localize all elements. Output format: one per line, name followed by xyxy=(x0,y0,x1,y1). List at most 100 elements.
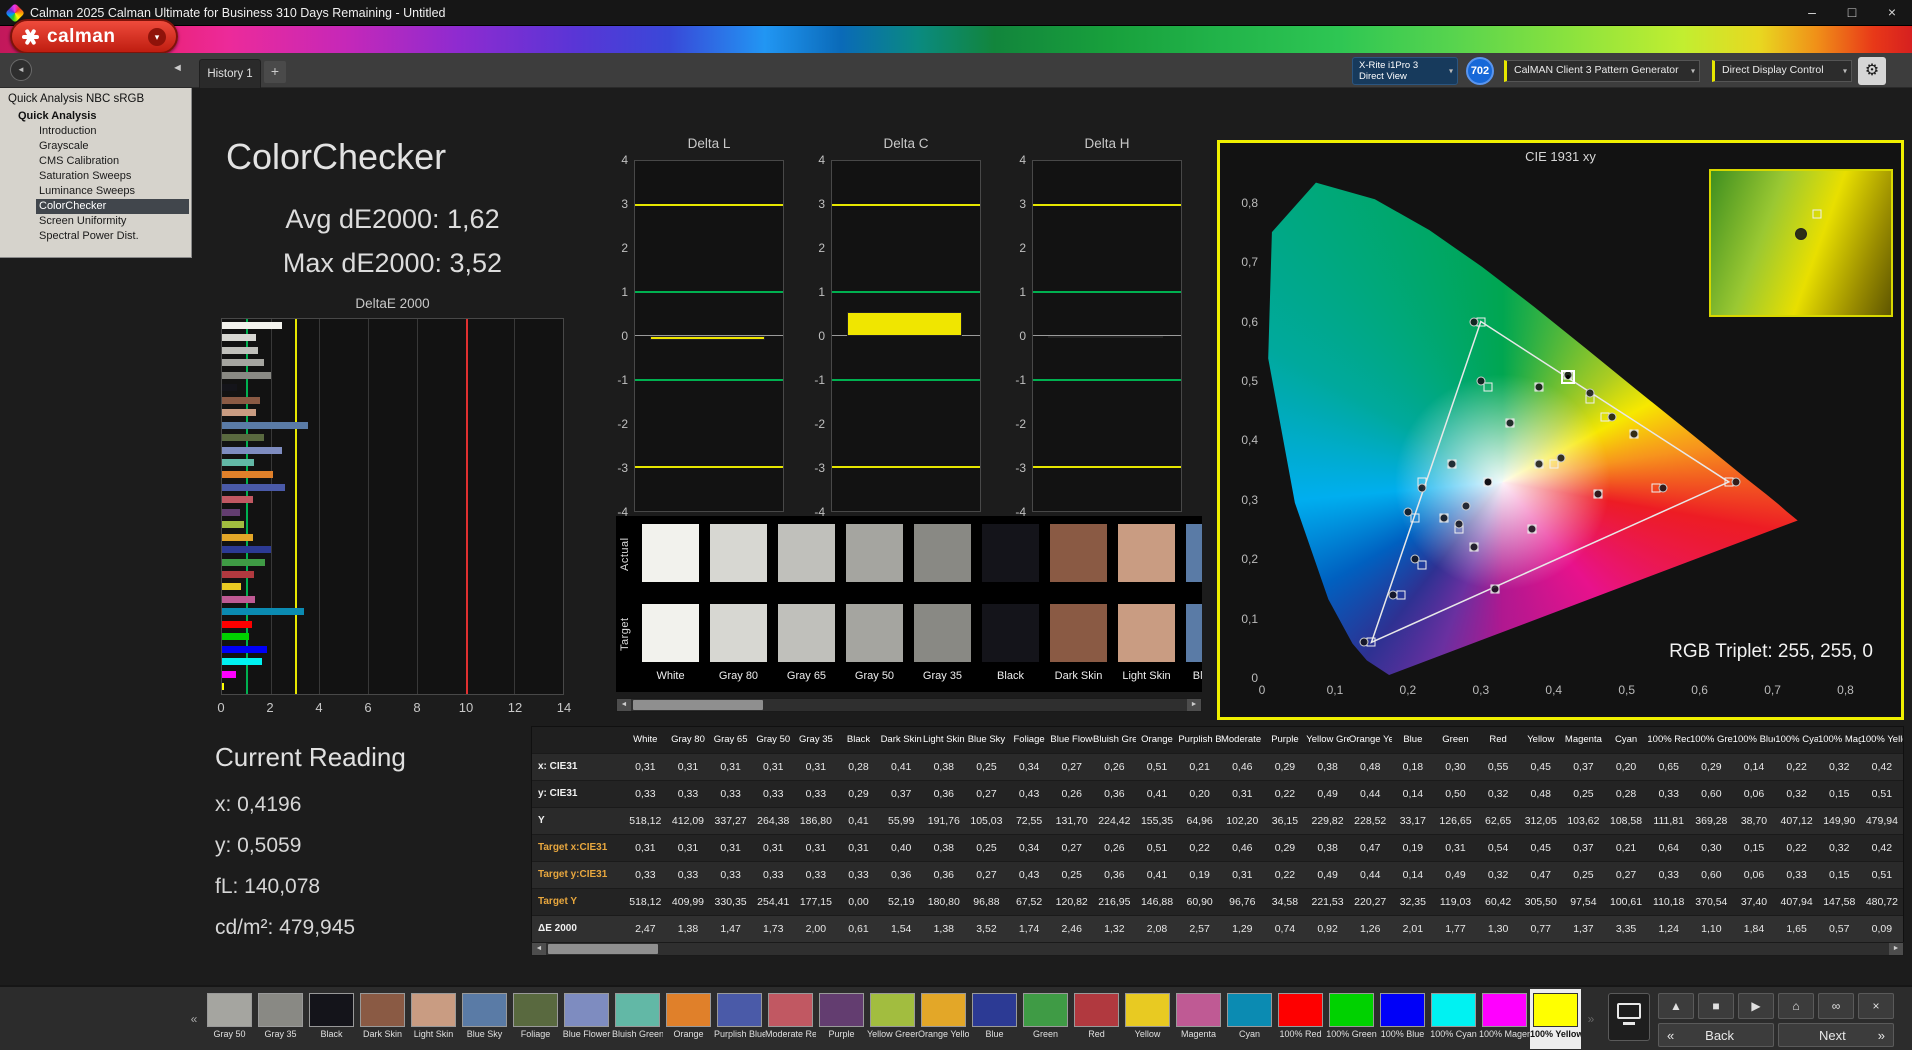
scrollbar-thumb[interactable] xyxy=(633,700,763,710)
swatch-color xyxy=(1533,993,1578,1027)
value-cell: 0,06 xyxy=(1733,862,1776,888)
y-tick-label: -3 xyxy=(795,461,825,475)
pattern-swatch-orange[interactable]: Orange xyxy=(663,989,714,1049)
value-cell: 0,27 xyxy=(1050,754,1093,780)
meter-dropdown[interactable]: X-Rite i1Pro 3 Direct View ▾ xyxy=(1352,57,1458,85)
pattern-swatch-purplish-blue[interactable]: Purplish Blue xyxy=(714,989,765,1049)
row-label: Target Y xyxy=(532,889,624,915)
value-cell: 38,70 xyxy=(1733,808,1776,834)
pattern-swatch-green[interactable]: Green xyxy=(1020,989,1071,1049)
minimize-button[interactable]: – xyxy=(1792,0,1832,26)
continuous-button[interactable]: ∞ xyxy=(1818,993,1854,1019)
actual-swatch-gray-65 xyxy=(778,524,835,582)
pattern-swatch-gray-50[interactable]: Gray 50 xyxy=(204,989,255,1049)
gridline xyxy=(514,319,515,694)
pattern-swatch-label: Black xyxy=(306,1029,357,1039)
scroll-right-icon[interactable]: ► xyxy=(1889,943,1903,955)
add-history-tab-button[interactable]: + xyxy=(264,61,286,83)
value-cell: 0,31 xyxy=(1434,835,1477,861)
value-cell: 0,33 xyxy=(624,781,667,807)
value-cell: 229,82 xyxy=(1306,808,1349,834)
pattern-swatch-gray-35[interactable]: Gray 35 xyxy=(255,989,306,1049)
pattern-swatch-100-magenta[interactable]: 100% Magenta xyxy=(1479,989,1530,1049)
value-cell: 1,29 xyxy=(1221,916,1264,942)
sidebar-item-screen-uniformity[interactable]: Screen Uniformity xyxy=(36,214,191,229)
close-button[interactable]: × xyxy=(1872,0,1912,26)
pattern-swatch-label: 100% Blue xyxy=(1377,1029,1428,1039)
pattern-swatch-light-skin[interactable]: Light Skin xyxy=(408,989,459,1049)
pattern-swatch-magenta[interactable]: Magenta xyxy=(1173,989,1224,1049)
meter-status-badge[interactable]: 702 xyxy=(1466,57,1494,85)
table-scrollbar[interactable]: ◄ ► xyxy=(531,942,1904,956)
home-button[interactable]: ⌂ xyxy=(1778,993,1814,1019)
display-control-dropdown[interactable]: Direct Display Control ▾ xyxy=(1712,60,1852,82)
value-cell: 0,20 xyxy=(1178,781,1221,807)
swatch-color xyxy=(309,993,354,1027)
sidebar-item-luminance-sweeps[interactable]: Luminance Sweeps xyxy=(36,184,191,199)
sidebar-item-grayscale[interactable]: Grayscale xyxy=(36,139,191,154)
pattern-generator-dropdown[interactable]: CalMAN Client 3 Pattern Generator ▾ xyxy=(1504,60,1700,82)
cie-measured-magenta xyxy=(1527,525,1536,534)
value-cell: 0,77 xyxy=(1519,916,1562,942)
pattern-swatch-100-yellow[interactable]: 100% Yellow xyxy=(1530,989,1581,1049)
nav-back-button[interactable]: ◄ xyxy=(10,59,32,81)
next-button[interactable]: Next » xyxy=(1778,1023,1894,1047)
pattern-swatch-moderate-red[interactable]: Moderate Red xyxy=(765,989,816,1049)
pattern-swatch-cyan[interactable]: Cyan xyxy=(1224,989,1275,1049)
next-arrow-icon: » xyxy=(1878,1028,1885,1043)
pattern-swatch-blue-flower[interactable]: Blue Flower xyxy=(561,989,612,1049)
target-row-label: Target xyxy=(619,602,631,666)
deltae-bar-purple xyxy=(222,509,240,516)
swatch-color xyxy=(1482,993,1527,1027)
scroll-left-icon[interactable]: ◄ xyxy=(617,699,631,711)
maximize-button[interactable]: □ xyxy=(1832,0,1872,26)
pattern-swatch-100-blue[interactable]: 100% Blue xyxy=(1377,989,1428,1049)
delta-chart-title: Delta L xyxy=(634,136,784,158)
pattern-swatch-black[interactable]: Black xyxy=(306,989,357,1049)
pattern-swatch-bluish-green[interactable]: Bluish Green xyxy=(612,989,663,1049)
swatch-color xyxy=(258,993,303,1027)
calman-menu-button[interactable]: calman ▾ xyxy=(10,19,178,54)
value-cell: 0,14 xyxy=(1392,781,1435,807)
scrollbar-thumb[interactable] xyxy=(548,944,658,954)
pattern-swatch-foliage[interactable]: Foliage xyxy=(510,989,561,1049)
palette-scroll-left-icon[interactable]: « xyxy=(186,995,202,1043)
scroll-right-icon[interactable]: ► xyxy=(1187,699,1201,711)
tab-history-1[interactable]: History 1 xyxy=(199,59,261,88)
palette-scroll-right-icon[interactable]: » xyxy=(1583,995,1599,1043)
sidebar-item-colorchecker[interactable]: ColorChecker xyxy=(36,199,189,214)
pattern-swatch-blue[interactable]: Blue xyxy=(969,989,1020,1049)
scroll-left-icon[interactable]: ◄ xyxy=(532,943,546,955)
value-cell: 131,70 xyxy=(1050,808,1093,834)
swatch-scrollbar[interactable]: ◄ ► xyxy=(616,698,1202,712)
pattern-swatch-red[interactable]: Red xyxy=(1071,989,1122,1049)
pattern-window-button[interactable] xyxy=(1608,993,1650,1041)
value-cell: 62,65 xyxy=(1477,808,1520,834)
value-cell: 0,32 xyxy=(1775,781,1818,807)
sidebar-item-saturation-sweeps[interactable]: Saturation Sweeps xyxy=(36,169,191,184)
sidebar-collapse-icon[interactable]: ◄ xyxy=(172,62,183,74)
pattern-swatch-yellow[interactable]: Yellow xyxy=(1122,989,1173,1049)
reference-line-1 xyxy=(832,291,980,293)
sidebar-item-introduction[interactable]: Introduction xyxy=(36,124,191,139)
sidebar-root-node[interactable]: Quick Analysis xyxy=(18,109,191,124)
pattern-swatch-purple[interactable]: Purple xyxy=(816,989,867,1049)
close-button[interactable]: × xyxy=(1858,993,1894,1019)
eject-button[interactable]: ▲ xyxy=(1658,993,1694,1019)
play-button[interactable]: ▶ xyxy=(1738,993,1774,1019)
gear-icon[interactable]: ⚙ xyxy=(1858,57,1886,85)
pattern-swatch-100-green[interactable]: 100% Green xyxy=(1326,989,1377,1049)
sidebar-item-spectral-power-dist-[interactable]: Spectral Power Dist. xyxy=(36,229,191,244)
pattern-swatch-100-cyan[interactable]: 100% Cyan xyxy=(1428,989,1479,1049)
pattern-swatch-orange-yellow[interactable]: Orange Yellow xyxy=(918,989,969,1049)
cie-1931-panel: CIE 1931 xy 00,10,20,30,40,50,60,70,8 00… xyxy=(1217,140,1904,720)
sidebar-item-cms-calibration[interactable]: CMS Calibration xyxy=(36,154,191,169)
back-button[interactable]: « Back xyxy=(1658,1023,1774,1047)
actual-swatch-gray-35 xyxy=(914,524,971,582)
calman-logo-text: calman xyxy=(47,26,148,48)
stop-button[interactable]: ■ xyxy=(1698,993,1734,1019)
pattern-swatch-dark-skin[interactable]: Dark Skin xyxy=(357,989,408,1049)
pattern-swatch-blue-sky[interactable]: Blue Sky xyxy=(459,989,510,1049)
pattern-swatch-100-red[interactable]: 100% Red xyxy=(1275,989,1326,1049)
pattern-swatch-yellow-green[interactable]: Yellow Green xyxy=(867,989,918,1049)
